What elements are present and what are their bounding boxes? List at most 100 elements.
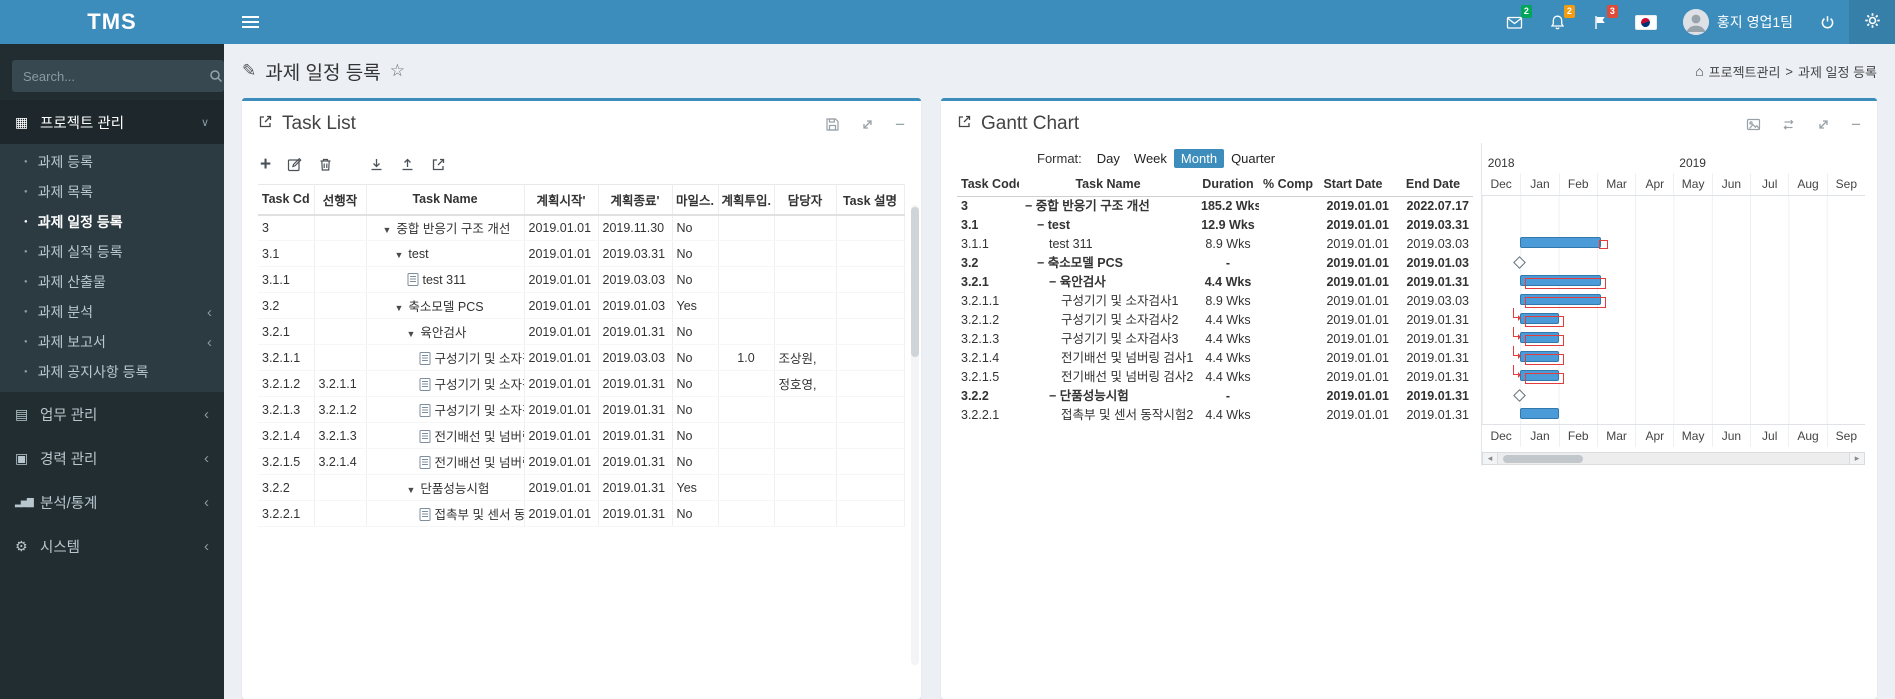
task-column-header[interactable]: 마일스. xyxy=(672,184,719,216)
scroll-left-button[interactable]: ◂ xyxy=(1482,452,1498,465)
gantt-column-header[interactable]: Duration xyxy=(1197,173,1259,197)
format-option-week[interactable]: Week xyxy=(1127,149,1174,168)
task-row[interactable]: 3.1 ▼ test 2019.01.01 2019.03.31 No xyxy=(258,240,905,267)
scroll-thumb[interactable] xyxy=(911,207,919,357)
download-button[interactable] xyxy=(369,157,384,172)
tree-collapse-icon[interactable]: ▼ xyxy=(395,250,404,260)
gantt-row[interactable]: 3 − 중합 반응기 구조 개선 185.2 Wks 2019.01.01 2022.0… xyxy=(957,196,1473,216)
sidebar-item-task-list[interactable]: ● 과제 목록 xyxy=(0,177,224,207)
sidebar-item-task-analysis[interactable]: ● 과제 분석 ‹ xyxy=(0,297,224,327)
task-column-header[interactable]: 계획시작' xyxy=(524,184,599,216)
task-row[interactable]: 3 ▼ 중합 반응기 구조 개선 2019.01.01 2019.11.30 No xyxy=(258,214,905,241)
task-row[interactable]: 3.2.2.1 접촉부 및 센서 동작시험22019.01.012019.01.3… xyxy=(258,500,905,527)
tasks-menu[interactable]: 3 xyxy=(1579,0,1622,44)
task-column-header[interactable]: Task Cd xyxy=(258,184,315,216)
sidebar-item-project-management[interactable]: ▦ 프로젝트 관리 ∨ xyxy=(0,100,224,144)
gantt-milestone[interactable] xyxy=(1513,389,1527,402)
tree-collapse-icon[interactable]: ▼ xyxy=(383,225,392,235)
upload-button[interactable] xyxy=(400,157,415,172)
gantt-row[interactable]: 3.2.1.1 구성기기 및 소자검사1 8.9 Wks 2019.01.01 2019… xyxy=(957,292,1473,311)
format-option-month[interactable]: Month xyxy=(1173,148,1225,168)
sidebar-item-task-report[interactable]: ● 과제 보고서 ‹ xyxy=(0,327,224,357)
task-row[interactable]: 3.2.1.43.2.1.3 전기배선 및 넘버링 검사12019.01.0120… xyxy=(258,422,905,449)
task-column-header[interactable]: 계획종료' xyxy=(598,184,673,216)
swap-icon[interactable] xyxy=(1781,117,1796,132)
task-table-scrollbar[interactable] xyxy=(911,205,919,665)
image-export-icon[interactable] xyxy=(1746,117,1761,132)
messages-menu[interactable]: 2 xyxy=(1493,0,1536,44)
gantt-column-header[interactable]: % Comp. xyxy=(1259,173,1313,197)
gantt-row[interactable]: 3.2.1.3 구성기기 및 소자검사3 4.4 Wks 2019.01.01 2019… xyxy=(957,330,1473,349)
sidebar-item-task-result-register[interactable]: ● 과제 실적 등록 xyxy=(0,237,224,267)
export-button[interactable] xyxy=(431,157,446,172)
task-row[interactable]: 3.2.2 ▼ 단품성능시험 2019.01.01 2019.01.31 Yes xyxy=(258,474,905,501)
messages-badge: 2 xyxy=(1520,5,1532,18)
task-row[interactable]: 3.2.1.1 구성기기 및 소자검사12019.01.012019.03.03N… xyxy=(258,344,905,371)
task-row[interactable]: 3.2.1 ▼ 육안검사 2019.01.01 2019.01.31 No xyxy=(258,318,905,345)
add-task-button[interactable]: + xyxy=(260,155,271,174)
gantt-row[interactable]: 3.1.1 test 311 8.9 Wks 2019.01.01 2019.03.03 xyxy=(957,235,1473,254)
task-row[interactable]: 3.2.1.53.2.1.4 전기배선 및 넘버링 검사22019.01.0120… xyxy=(258,448,905,475)
gantt-row[interactable]: 3.2 − 축소모델 PCS - 2019.01.01 2019.01.03 xyxy=(957,254,1473,273)
user-menu[interactable]: 홍지 영업1팀 xyxy=(1670,0,1806,44)
scroll-track[interactable] xyxy=(1498,452,1849,465)
sidebar-item-task-schedule-register[interactable]: ● 과제 일정 등록 xyxy=(0,207,224,237)
sidebar-item-system[interactable]: ⚙ 시스템 ‹ xyxy=(0,524,224,568)
settings-sidebar-button[interactable] xyxy=(1849,0,1895,44)
gantt-bar[interactable] xyxy=(1520,408,1559,419)
sidebar-item-task-register[interactable]: ● 과제 등록 xyxy=(0,147,224,177)
sidebar-item-career-management[interactable]: ▣ 경력 관리 ‹ xyxy=(0,436,224,480)
scroll-right-button[interactable]: ▸ xyxy=(1849,452,1865,465)
gantt-row[interactable]: 3.2.2.1 접촉부 및 센서 동작시험2 4.4 Wks 2019.01.01 20… xyxy=(957,406,1473,425)
search-button[interactable] xyxy=(209,60,224,92)
gantt-row[interactable]: 3.2.2 − 단품성능시험 - 2019.01.01 2019.01.31 xyxy=(957,387,1473,406)
favorite-star-icon[interactable]: ☆ xyxy=(390,61,405,81)
gantt-milestone[interactable] xyxy=(1513,256,1527,269)
sidebar-toggle-button[interactable] xyxy=(224,0,276,44)
task-row[interactable]: 3.1.1 test 311 2019.01.01 2019.03.03 No xyxy=(258,266,905,293)
task-row[interactable]: 3.2 ▼ 축소모델 PCS 2019.01.01 2019.01.03 Yes xyxy=(258,292,905,319)
gantt-bar[interactable] xyxy=(1520,237,1601,248)
gantt-column-header[interactable]: Task Name xyxy=(1019,173,1197,197)
gantt-column-header[interactable]: Task Code xyxy=(957,173,1019,197)
sidebar-item-analytics[interactable]: ▂▅▇ 분석/통계 ‹ xyxy=(0,480,224,524)
tree-collapse-icon[interactable]: ▼ xyxy=(395,303,404,313)
gantt-row[interactable]: 3.2.1.4 전기배선 및 넘버링 검사1 4.4 Wks 2019.01.01 20… xyxy=(957,349,1473,368)
sidebar-item-work-management[interactable]: ▤ 업무 관리 ‹ xyxy=(0,392,224,436)
task-column-header[interactable]: Task 설명 xyxy=(836,184,905,216)
brand-logo[interactable]: TMS xyxy=(0,0,224,44)
gantt-name-cell: 전기배선 및 넘버링 검사1 xyxy=(1061,350,1194,365)
scroll-thumb[interactable] xyxy=(1503,455,1583,463)
task-row[interactable]: 3.2.1.33.2.1.2 구성기기 및 소자검사32019.01.012019… xyxy=(258,396,905,423)
language-menu[interactable] xyxy=(1622,0,1670,44)
gantt-row[interactable]: 3.2.1.5 전기배선 및 넘버링 검사2 4.4 Wks 2019.01.01 20… xyxy=(957,368,1473,387)
save-icon[interactable] xyxy=(825,117,840,132)
gantt-column-header[interactable]: Start Date xyxy=(1313,173,1393,197)
gantt-column-header[interactable]: End Date xyxy=(1393,173,1473,197)
task-column-header[interactable]: Task Name xyxy=(366,184,525,216)
breadcrumb-section[interactable]: 프로젝트관리 xyxy=(1709,62,1781,81)
notifications-menu[interactable]: 2 xyxy=(1536,0,1579,44)
task-row[interactable]: 3.2.1.23.2.1.1 구성기기 및 소자검사22019.01.012019… xyxy=(258,370,905,397)
collapse-icon[interactable]: − xyxy=(895,116,905,133)
search-input[interactable] xyxy=(12,60,209,92)
format-option-quarter[interactable]: Quarter xyxy=(1224,149,1282,168)
tree-collapse-icon[interactable]: ▼ xyxy=(407,485,416,495)
delete-task-button[interactable] xyxy=(318,157,333,172)
sidebar-item-task-deliverables[interactable]: ● 과제 산출물 xyxy=(0,267,224,297)
format-option-day[interactable]: Day xyxy=(1090,149,1127,168)
tree-collapse-icon[interactable]: ▼ xyxy=(407,329,416,339)
expand-icon[interactable] xyxy=(860,117,875,132)
task-column-header[interactable]: 계획투입. xyxy=(718,184,775,216)
edit-task-button[interactable] xyxy=(287,157,302,172)
gantt-row[interactable]: 3.2.1 − 육안검사 4.4 Wks 2019.01.01 2019.01.31 xyxy=(957,273,1473,292)
sign-out-button[interactable] xyxy=(1806,0,1849,44)
gantt-row[interactable]: 3.1 − test 12.9 Wks 2019.01.01 2019.03.31 xyxy=(957,216,1473,235)
task-column-header[interactable]: 담당자 xyxy=(774,184,837,216)
sidebar-item-task-notice-register[interactable]: ● 과제 공지사항 등록 xyxy=(0,357,224,387)
chevron-left-icon: ‹ xyxy=(204,537,209,555)
expand-icon[interactable] xyxy=(1816,117,1831,132)
gantt-row[interactable]: 3.2.1.2 구성기기 및 소자검사2 4.4 Wks 2019.01.01 2019… xyxy=(957,311,1473,330)
task-column-header[interactable]: 선행작 xyxy=(314,184,367,216)
collapse-icon[interactable]: − xyxy=(1851,116,1861,133)
